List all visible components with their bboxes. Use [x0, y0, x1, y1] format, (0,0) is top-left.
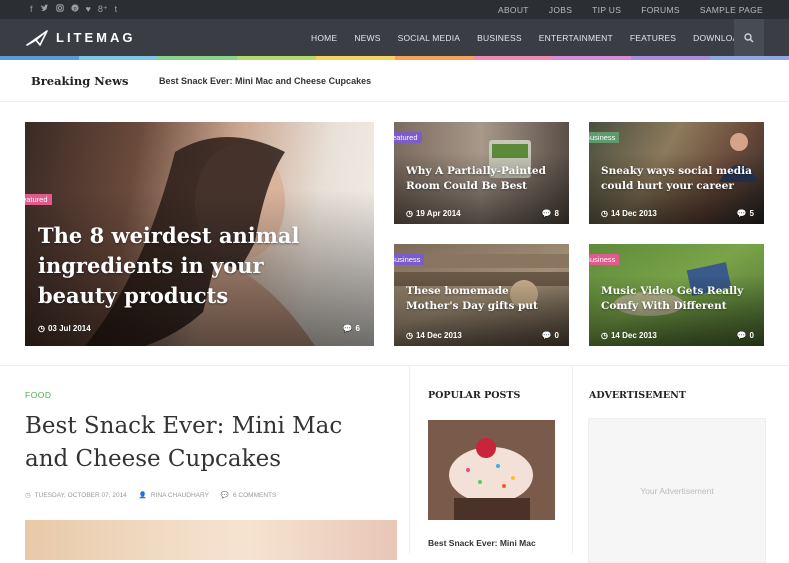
site-logo[interactable]: LITEMAG: [26, 29, 296, 46]
facebook-icon[interactable]: f: [30, 4, 33, 15]
badge-business[interactable]: Business: [394, 254, 425, 265]
badge-featured[interactable]: featured: [25, 194, 52, 205]
comment-icon: 💬: [220, 492, 230, 499]
comment-icon: 💬: [736, 331, 747, 340]
featured-card-4[interactable]: Business These homemade Mother's Day gif…: [394, 244, 569, 346]
search-icon: [744, 32, 754, 43]
badge-business[interactable]: Business: [589, 254, 620, 265]
card-comments[interactable]: 💬 0: [542, 331, 559, 340]
color-strip: [0, 56, 789, 60]
clock-icon: ◷: [25, 492, 31, 499]
clock-icon: ◷: [601, 209, 608, 218]
color-strip-segment: [631, 56, 711, 60]
card-comments[interactable]: 💬 8: [542, 209, 559, 218]
card-date: ◷ 14 Dec 2013: [406, 331, 462, 340]
section-divider: [0, 365, 789, 366]
comment-icon: 💬: [342, 324, 353, 333]
breaking-news-headline[interactable]: Best Snack Ever: Mini Mac and Cheese Cup…: [159, 76, 371, 86]
googleplus-icon[interactable]: 8⁺: [98, 4, 108, 15]
card-title[interactable]: Music Video Gets Really Comfy With Diffe…: [601, 284, 756, 314]
logo-text: LITEMAG: [56, 30, 136, 45]
twitter-icon[interactable]: [40, 4, 49, 15]
color-strip-segment: [394, 56, 474, 60]
top-link-tip-us[interactable]: TIP US: [592, 5, 621, 15]
article-comments[interactable]: 💬 6 COMMENTS: [220, 491, 276, 500]
badge-business[interactable]: Business: [589, 132, 620, 143]
color-strip-segment: [473, 56, 553, 60]
card-title[interactable]: These homemade Mother's Day gifts put th…: [406, 284, 561, 314]
user-icon: 👤: [138, 492, 147, 499]
popular-posts-heading: POPULAR POSTS: [428, 390, 521, 401]
color-strip-segment: [315, 56, 395, 60]
comment-icon: 💬: [541, 331, 552, 340]
color-strip-segment: [157, 56, 237, 60]
instagram-icon[interactable]: [55, 4, 64, 15]
color-strip-segment: [236, 56, 316, 60]
clock-icon: ◷: [38, 324, 45, 333]
nav-features[interactable]: FEATURES: [630, 33, 676, 43]
card-comments[interactable]: 💬 6: [343, 324, 360, 333]
color-strip-segment: [0, 56, 79, 60]
color-strip-segment: [552, 56, 632, 60]
clock-icon: ◷: [601, 331, 608, 340]
featured-card-main[interactable]: featured The 8 weirdest animal ingredien…: [25, 122, 374, 346]
featured-card-3[interactable]: Business Sneaky ways social media could …: [589, 122, 764, 224]
search-button[interactable]: [734, 19, 764, 56]
paper-plane-icon: [26, 29, 48, 46]
nav-home[interactable]: HOME: [311, 33, 337, 43]
main-navigation: LITEMAG HOME NEWS SOCIAL MEDIA BUSINESS …: [0, 19, 789, 56]
cupcake-image: [428, 420, 555, 520]
card-title[interactable]: Why A Partially-Painted Room Could Be Be…: [406, 164, 561, 194]
advertisement-placeholder: Your Advertisement: [640, 485, 714, 496]
clock-icon: ◷: [406, 209, 413, 218]
card-comments[interactable]: 💬 0: [737, 331, 754, 340]
top-links: ABOUT JOBS TIP US FORUMS SAMPLE PAGE: [498, 5, 763, 15]
article-category[interactable]: FOOD: [25, 390, 52, 400]
top-bar: f p ♥ 8⁺ t ABOUT JOBS TIP US FORUMS SAMP…: [0, 0, 789, 19]
column-divider: [409, 366, 410, 553]
nav-social-media[interactable]: SOCIAL MEDIA: [398, 33, 461, 43]
card-date: ◷ 14 Dec 2013: [601, 331, 657, 340]
comment-icon: 💬: [736, 209, 747, 218]
card-title[interactable]: Sneaky ways social media could hurt your…: [601, 164, 756, 194]
tumblr-icon[interactable]: t: [115, 4, 118, 15]
card-title[interactable]: The 8 weirdest animal ingredients in you…: [38, 221, 338, 311]
top-link-about[interactable]: ABOUT: [498, 5, 529, 15]
card-date: ◷ 03 Jul 2014: [38, 324, 91, 333]
column-divider: [572, 366, 573, 553]
pinterest-icon[interactable]: p: [70, 4, 79, 15]
advertisement-box[interactable]: Your Advertisement: [588, 418, 766, 563]
card-date: ◷ 14 Dec 2013: [601, 209, 657, 218]
popular-post-image[interactable]: [428, 420, 555, 520]
svg-text:p: p: [73, 6, 76, 12]
social-links: f p ♥ 8⁺ t: [30, 4, 117, 15]
badge-featured[interactable]: featured: [394, 132, 422, 143]
card-comments[interactable]: 💬 5: [737, 209, 754, 218]
breaking-news-bar: Breaking News Best Snack Ever: Mini Mac …: [0, 60, 789, 102]
top-link-jobs[interactable]: JOBS: [549, 5, 572, 15]
clock-icon: ◷: [406, 331, 413, 340]
nav-business[interactable]: BUSINESS: [477, 33, 522, 43]
article-title[interactable]: Best Snack Ever: Mini Mac and Cheese Cup…: [25, 410, 385, 476]
article-author[interactable]: 👤 RINA CHAUDHARY: [138, 491, 209, 500]
nav-news[interactable]: NEWS: [354, 33, 380, 43]
card-date: ◷ 19 Apr 2014: [406, 209, 461, 218]
nav-entertainment[interactable]: ENTERTAINMENT: [539, 33, 613, 43]
article-date: ◷ TUESDAY, OCTOBER 07, 2014: [25, 491, 127, 500]
article-image: [25, 520, 397, 560]
heart-icon[interactable]: ♥: [86, 4, 91, 15]
featured-card-5[interactable]: Business Music Video Gets Really Comfy W…: [589, 244, 764, 346]
popular-post-title[interactable]: Best Snack Ever: Mini Mac: [428, 538, 536, 548]
top-link-forums[interactable]: FORUMS: [641, 5, 680, 15]
color-strip-segment: [78, 56, 158, 60]
article-meta: ◷ TUESDAY, OCTOBER 07, 2014 👤 RINA CHAUDHA…: [25, 491, 276, 500]
comment-icon: 💬: [541, 209, 552, 218]
featured-card-2[interactable]: featured Why A Partially-Painted Room Co…: [394, 122, 569, 224]
advertisement-heading: ADVERTISEMENT: [589, 390, 686, 401]
top-link-sample-page[interactable]: SAMPLE PAGE: [700, 5, 763, 15]
breaking-news-label: Breaking News: [31, 73, 129, 88]
nav-menu: HOME NEWS SOCIAL MEDIA BUSINESS ENTERTAI…: [311, 33, 745, 43]
color-strip-segment: [710, 56, 789, 60]
